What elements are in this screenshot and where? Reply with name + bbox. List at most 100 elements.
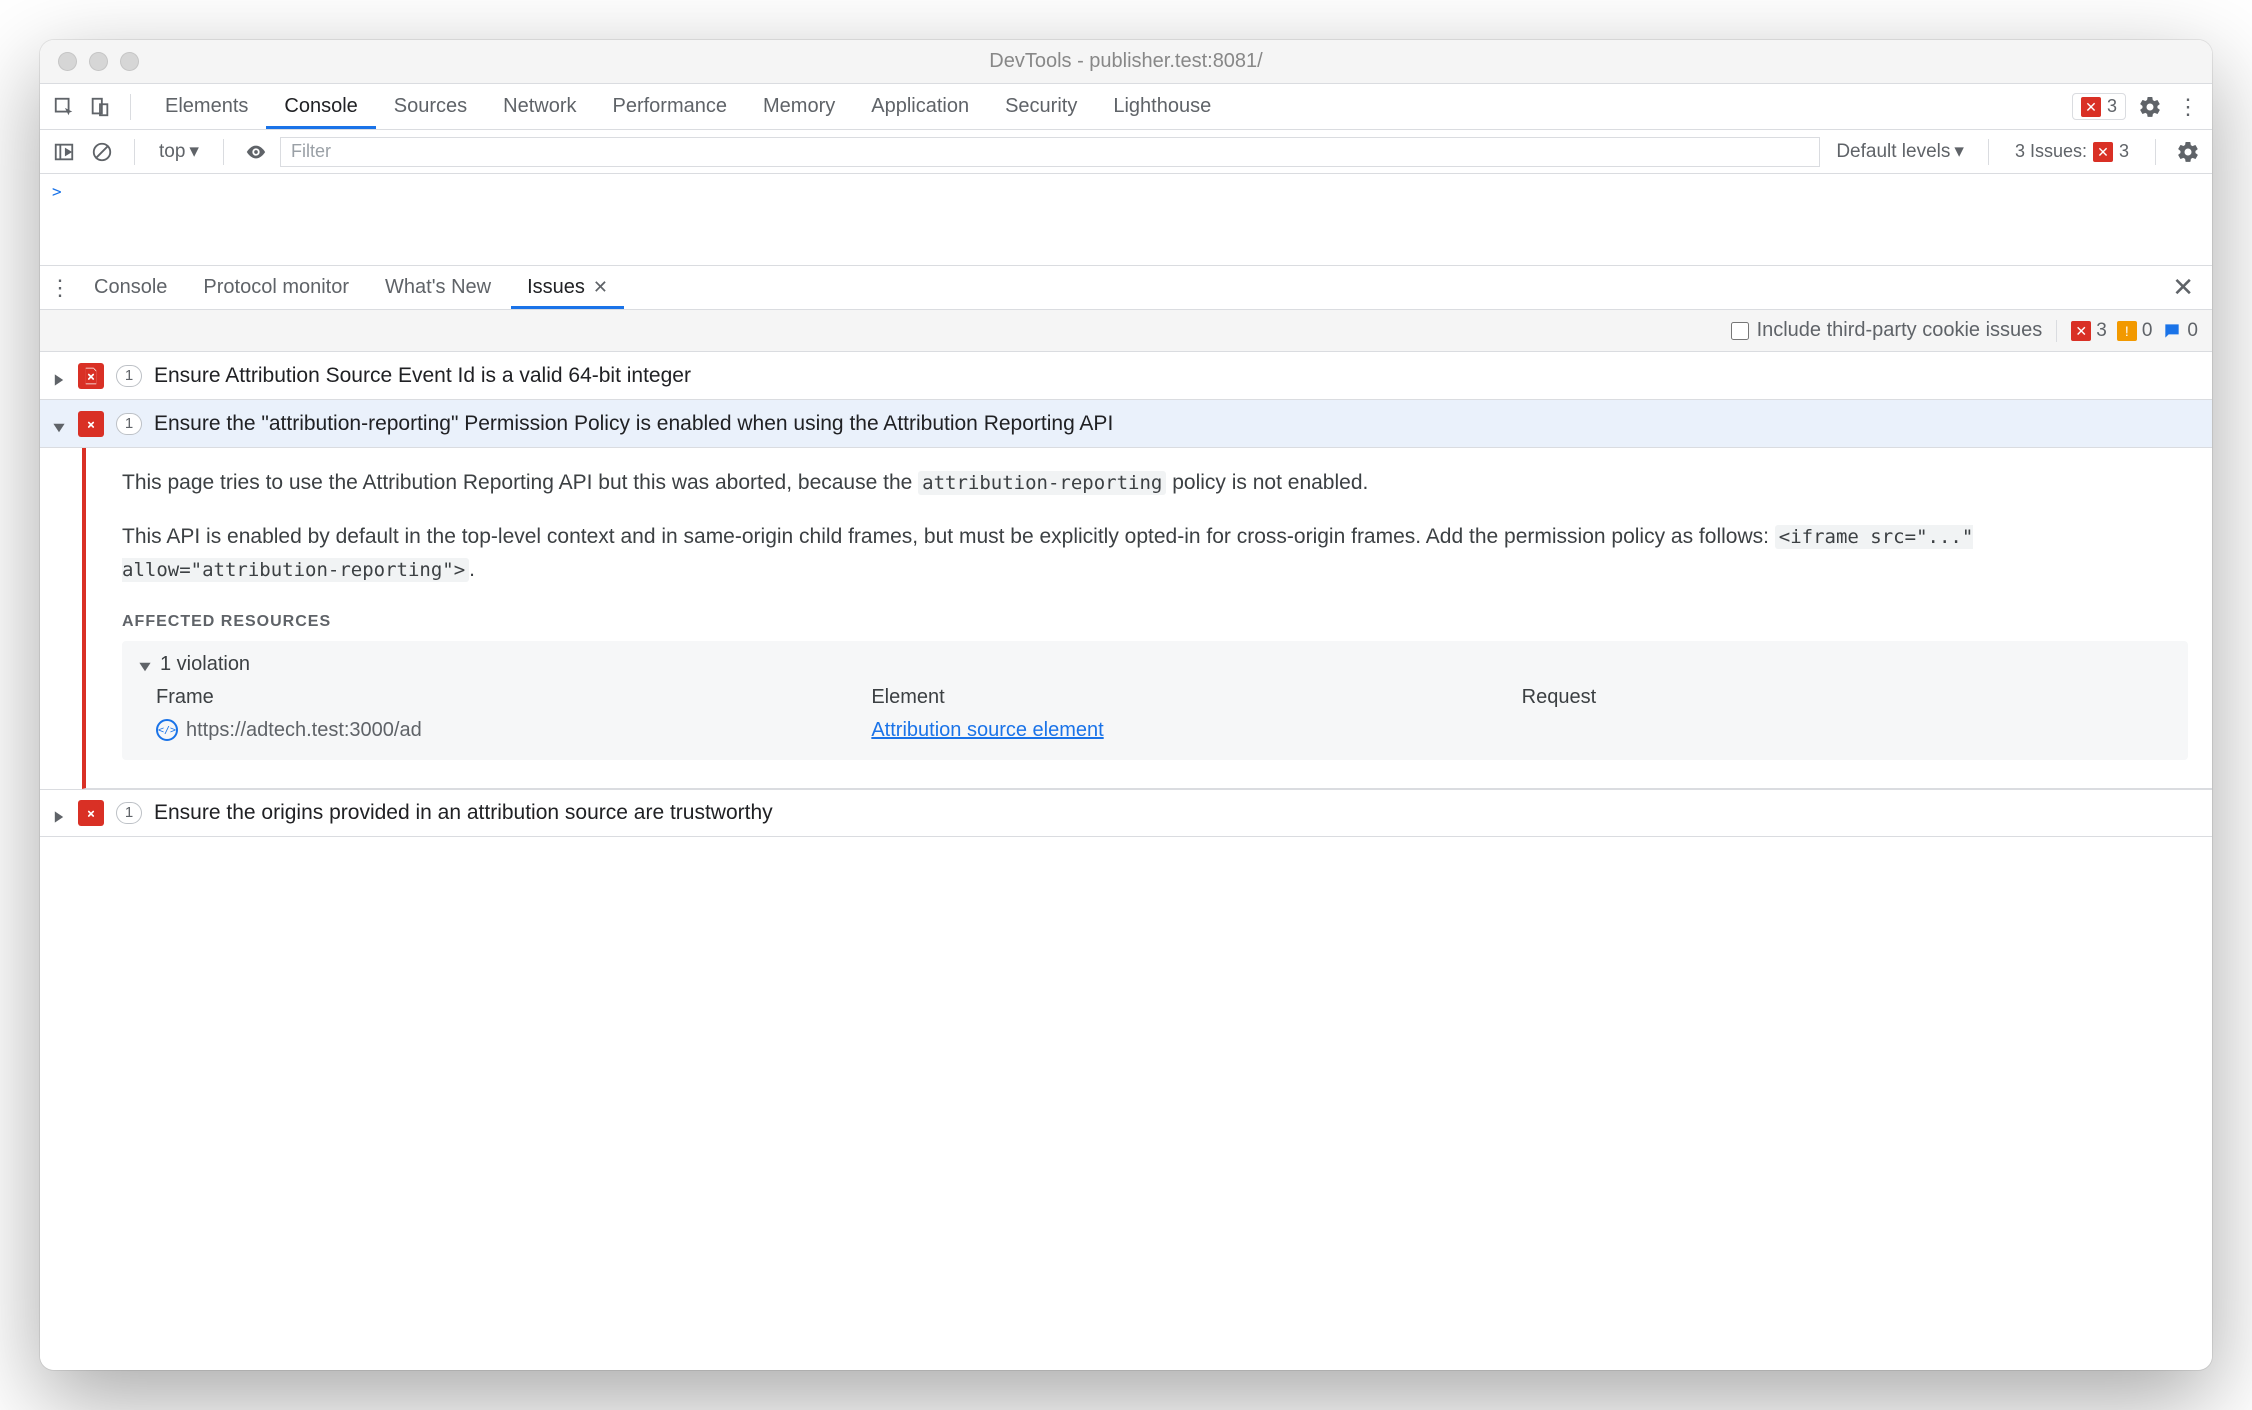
chevron-down-icon: ▾: [1954, 140, 1964, 163]
tab-lighthouse[interactable]: Lighthouse: [1095, 84, 1229, 129]
issue-kind-counts: 3 0 0: [2056, 320, 2198, 342]
device-toolbar-icon[interactable]: [86, 93, 114, 121]
tab-sources[interactable]: Sources: [376, 84, 485, 129]
tab-network[interactable]: Network: [485, 84, 594, 129]
issues-summary[interactable]: 3 Issues: 3: [2007, 139, 2137, 164]
tab-label: Sources: [394, 95, 467, 118]
issue-title: Ensure Attribution Source Event Id is a …: [154, 364, 691, 388]
issue-row[interactable]: 1 Ensure Attribution Source Event Id is …: [40, 352, 2212, 400]
text: This API is enabled by default in the to…: [122, 525, 1775, 548]
tab-label: Security: [1005, 95, 1077, 118]
more-menu-icon[interactable]: ⋮: [2174, 93, 2202, 121]
tab-performance[interactable]: Performance: [595, 84, 746, 129]
tab-label: Performance: [613, 95, 728, 118]
request-cell: [1522, 719, 2172, 742]
element-cell[interactable]: Attribution source element: [871, 719, 1521, 742]
include-third-party-checkbox[interactable]: Include third-party cookie issues: [1731, 319, 2043, 342]
clear-console-icon[interactable]: [88, 138, 116, 166]
issues-count: 3: [2119, 141, 2129, 162]
error-kind-count[interactable]: 3: [2071, 320, 2107, 342]
text: This page tries to use the Attribution R…: [122, 471, 918, 494]
collapse-triangle-icon[interactable]: [52, 417, 66, 431]
divider: [2155, 139, 2156, 165]
settings-icon[interactable]: [2136, 93, 2164, 121]
issue-detail: This page tries to use the Attribution R…: [82, 448, 2212, 789]
frame-url: https://adtech.test:3000/ad: [186, 719, 422, 742]
close-window-button[interactable]: [58, 52, 77, 71]
console-toolbar: top ▾ Default levels ▾ 3 Issues: 3: [40, 130, 2212, 174]
drawer-tab-issues[interactable]: Issues ✕: [511, 266, 624, 309]
log-levels-select[interactable]: Default levels ▾: [1830, 138, 1970, 165]
tab-label: What's New: [385, 276, 491, 299]
issues-label: 3 Issues:: [2015, 141, 2087, 162]
zoom-window-button[interactable]: [120, 52, 139, 71]
tab-label: Memory: [763, 95, 835, 118]
drawer-tabs: ⋮ Console Protocol monitor What's New Is…: [40, 266, 2212, 310]
issue-row[interactable]: 1 Ensure the "attribution-reporting" Per…: [40, 400, 2212, 448]
drawer-tab-whats-new[interactable]: What's New: [369, 266, 507, 309]
main-tabs: Elements Console Sources Network Perform…: [147, 84, 1229, 129]
tab-memory[interactable]: Memory: [745, 84, 853, 129]
tab-console[interactable]: Console: [266, 84, 375, 129]
prompt-chevron-icon: >: [52, 182, 62, 201]
tab-application[interactable]: Application: [853, 84, 987, 129]
affected-table: Frame Element Request https://adtech.tes…: [138, 686, 2172, 742]
live-expression-icon[interactable]: [242, 138, 270, 166]
frame-icon: [156, 719, 178, 741]
tab-security[interactable]: Security: [987, 84, 1095, 129]
page-error-icon: [78, 800, 104, 826]
tab-label: Protocol monitor: [203, 276, 349, 299]
violation-toggle[interactable]: 1 violation: [138, 653, 2172, 676]
main-toolbar: Elements Console Sources Network Perform…: [40, 84, 2212, 130]
code-inline: attribution-reporting: [918, 471, 1166, 495]
violation-label: 1 violation: [160, 653, 250, 676]
error-count-chip[interactable]: 3: [2072, 93, 2126, 120]
titlebar: DevTools - publisher.test:8081/: [40, 40, 2212, 84]
divider: [134, 139, 135, 165]
close-drawer-icon[interactable]: ✕: [2160, 272, 2206, 303]
show-console-sidebar-icon[interactable]: [50, 138, 78, 166]
minimize-window-button[interactable]: [89, 52, 108, 71]
issue-paragraph: This page tries to use the Attribution R…: [122, 466, 2188, 500]
levels-label: Default levels: [1836, 141, 1950, 163]
element-link[interactable]: Attribution source element: [871, 719, 1103, 742]
console-filter-input[interactable]: [280, 137, 1820, 167]
context-label: top: [159, 141, 185, 163]
text: .: [469, 558, 475, 581]
col-element-header: Element: [871, 686, 1521, 709]
collapse-triangle-icon: [138, 657, 152, 671]
execution-context-select[interactable]: top ▾: [153, 138, 205, 165]
col-frame-header: Frame: [156, 686, 871, 709]
info-kind-count[interactable]: 0: [2162, 320, 2198, 342]
divider: [1988, 139, 1989, 165]
inspect-element-icon[interactable]: [50, 93, 78, 121]
issue-title: Ensure the origins provided in an attrib…: [154, 801, 773, 825]
affected-resources-header: AFFECTED RESOURCES: [122, 613, 2188, 631]
divider: [130, 94, 131, 120]
issue-title: Ensure the "attribution-reporting" Permi…: [154, 412, 1113, 436]
issue-paragraph: This API is enabled by default in the to…: [122, 520, 2188, 587]
issue-row[interactable]: 1 Ensure the origins provided in an attr…: [40, 789, 2212, 837]
divider: [223, 139, 224, 165]
window-title: DevTools - publisher.test:8081/: [40, 50, 2212, 73]
warning-kind-count[interactable]: 0: [2117, 320, 2153, 342]
close-tab-icon[interactable]: ✕: [593, 277, 608, 298]
console-settings-icon[interactable]: [2174, 138, 2202, 166]
error-icon: [2071, 321, 2091, 341]
issue-count-badge: 1: [116, 802, 142, 824]
drawer-more-icon[interactable]: ⋮: [46, 274, 74, 302]
devtools-window: DevTools - publisher.test:8081/ Elements…: [40, 40, 2212, 1370]
checkbox-input[interactable]: [1731, 322, 1749, 340]
drawer-tab-protocol-monitor[interactable]: Protocol monitor: [187, 266, 365, 309]
issues-toolbar: Include third-party cookie issues 3 0 0: [40, 310, 2212, 352]
tab-elements[interactable]: Elements: [147, 84, 266, 129]
warning-icon: [2117, 321, 2137, 341]
console-prompt-area[interactable]: >: [40, 174, 2212, 266]
expand-triangle-icon[interactable]: [52, 369, 66, 383]
tab-label: Application: [871, 95, 969, 118]
count-value: 0: [2187, 320, 2198, 342]
drawer-tab-console[interactable]: Console: [78, 266, 183, 309]
expand-triangle-icon[interactable]: [52, 806, 66, 820]
text: policy is not enabled.: [1166, 471, 1368, 494]
frame-cell[interactable]: https://adtech.test:3000/ad: [156, 719, 871, 742]
